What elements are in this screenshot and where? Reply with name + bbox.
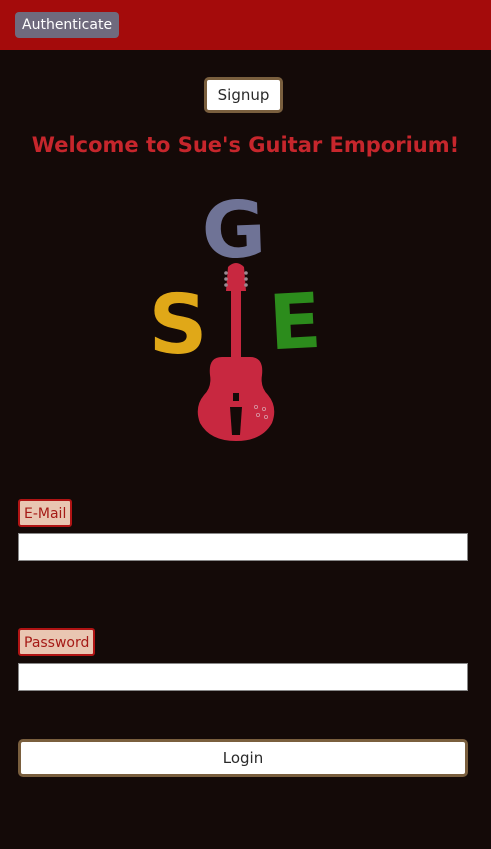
store-logo: G S E — [148, 195, 324, 441]
password-label: Password — [18, 628, 96, 656]
logo-letter-e: E — [267, 276, 324, 368]
signup-button[interactable]: Signup — [204, 77, 283, 113]
logo-letter-s: S — [148, 278, 207, 373]
welcome-heading: Welcome to Sue's Guitar Emporium! — [31, 133, 460, 157]
email-field[interactable] — [18, 533, 468, 561]
authenticate-button[interactable]: Authenticate — [15, 12, 120, 38]
email-label: E-Mail — [18, 499, 73, 527]
login-button[interactable]: Login — [18, 739, 468, 777]
top-nav-bar: Authenticate — [0, 0, 491, 50]
password-field[interactable] — [18, 663, 468, 691]
guitar-icon — [197, 263, 275, 441]
